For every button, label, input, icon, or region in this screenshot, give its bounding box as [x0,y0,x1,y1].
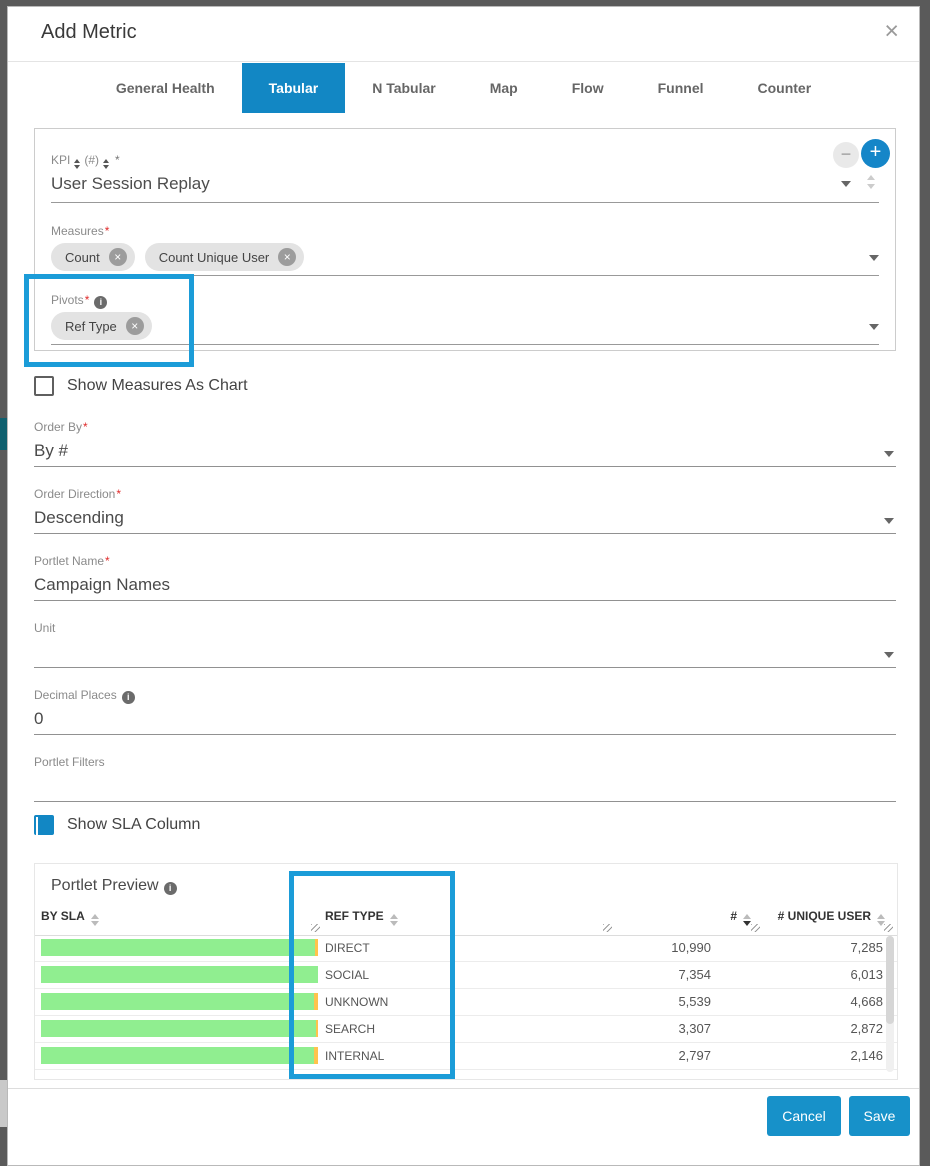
pivots-select[interactable]: Pivots*i Ref Type × [51,293,879,345]
sla-bar-tip [314,1047,318,1064]
tab-flow[interactable]: Flow [545,63,631,113]
cancel-button[interactable]: Cancel [767,1096,841,1136]
show-sla-column-checkbox[interactable]: Show SLA Column [34,815,200,835]
pivots-label: Pivots*i [51,293,879,307]
column-header-count[interactable]: # [730,909,751,926]
check-icon [36,817,38,836]
kpi-sort-icon [103,159,109,169]
show-measures-as-chart-checkbox[interactable]: Show Measures As Chart [34,376,248,396]
sla-bar [41,939,318,956]
kpi-reorder-spinner-icon[interactable] [867,175,875,189]
chevron-down-icon[interactable] [869,255,879,261]
measure-chip: Count Unique User × [145,243,305,271]
kpi-sort-icon [74,159,80,169]
tab-tabular[interactable]: Tabular [242,63,346,113]
footer-divider [8,1088,919,1089]
table-row: DIRECT 10,990 7,285 [35,935,897,962]
background-page-footer [0,1080,7,1127]
preview-table-body: DIRECT 10,990 7,285 SOCIAL 7,354 6,013 U… [35,935,897,1070]
sla-bar-tip [316,1020,318,1037]
measure-chip: Count × [51,243,135,271]
form-fields: Order By* By # Order Direction* Descendi… [34,420,896,822]
tab-general-health[interactable]: General Health [89,63,242,113]
sla-bar-tip [315,939,318,956]
column-resize-handle[interactable] [603,924,612,932]
column-header-unique-user[interactable]: # UNIQUE USER [778,909,885,926]
pivot-chip: Ref Type × [51,312,152,340]
tab-counter[interactable]: Counter [731,63,839,113]
measures-select[interactable]: Measures* Count × Count Unique User × [51,224,879,276]
sla-bar [41,1047,318,1064]
background-sidebar-accent [0,418,7,450]
chevron-down-icon[interactable] [884,451,894,457]
scrollbar-thumb[interactable] [886,936,894,1024]
column-resize-handle[interactable] [311,924,320,932]
sla-bar [41,993,318,1010]
portlet-preview-panel: Portlet Previewi BY SLA REF TYPE # # UNI… [34,863,898,1080]
dialog-title: Add Metric [41,21,137,44]
tab-funnel[interactable]: Funnel [631,63,731,113]
table-row: UNKNOWN 5,539 4,668 [35,989,897,1016]
checkbox-checked[interactable] [34,815,54,835]
dialog-header: Add Metric × [8,7,919,62]
pivots-chips-row[interactable]: Ref Type × [51,312,879,345]
table-row: SEARCH 3,307 2,872 [35,1016,897,1043]
remove-chip-icon[interactable]: × [126,317,144,335]
table-row: INTERNAL 2,797 2,146 [35,1043,897,1070]
save-button[interactable]: Save [849,1096,910,1136]
sla-bar-tip [314,993,318,1010]
remove-chip-icon[interactable]: × [109,248,127,266]
column-resize-handle[interactable] [751,924,760,932]
measures-chips-row[interactable]: Count × Count Unique User × [51,243,879,276]
preview-scrollbar[interactable] [886,936,894,1072]
table-row: SOCIAL 7,354 6,013 [35,962,897,989]
sort-icon [390,914,398,926]
column-header-by-sla[interactable]: BY SLA [41,909,99,926]
tab-map[interactable]: Map [463,63,545,113]
decimal-places-input[interactable]: Decimal Placesi 0 [34,688,896,735]
column-header-ref-type[interactable]: REF TYPE [325,909,398,926]
chevron-down-icon[interactable] [884,652,894,658]
info-icon: i [94,296,107,309]
kpi-select-value[interactable]: User Session Replay [51,174,879,203]
remove-chip-icon[interactable]: × [278,248,296,266]
measures-label: Measures* [51,224,879,238]
portlet-filters-input[interactable]: Portlet Filters [34,755,896,802]
info-icon: i [164,882,177,895]
sort-desc-icon [743,914,751,926]
chevron-down-icon[interactable] [841,181,851,187]
kpi-group-panel: − + KPI(#)* User Session Replay Measures… [34,128,896,351]
close-icon[interactable]: × [884,19,899,44]
info-icon: i [122,691,135,704]
tab-n-tabular[interactable]: N Tabular [345,63,463,113]
kpi-label: KPI(#)* [51,153,879,167]
add-metric-dialog: Add Metric × General Health Tabular N Ta… [7,6,920,1166]
order-direction-select[interactable]: Order Direction* Descending [34,487,896,534]
kpi-select[interactable]: KPI(#)* User Session Replay [51,153,879,203]
sort-icon [91,914,99,926]
preview-table-header: BY SLA REF TYPE # # UNIQUE USER [35,902,897,936]
checkbox-unchecked[interactable] [34,376,54,396]
order-by-select[interactable]: Order By* By # [34,420,896,467]
column-resize-handle[interactable] [884,924,893,932]
portlet-name-input[interactable]: Portlet Name* Campaign Names [34,554,896,601]
metric-type-tabs: General Health Tabular N Tabular Map Flo… [28,63,899,113]
sla-bar [41,966,318,983]
unit-select[interactable]: Unit [34,621,896,668]
sla-bar [41,1020,318,1037]
chevron-down-icon[interactable] [884,518,894,524]
portlet-preview-title: Portlet Previewi [51,877,177,895]
chevron-down-icon[interactable] [869,324,879,330]
